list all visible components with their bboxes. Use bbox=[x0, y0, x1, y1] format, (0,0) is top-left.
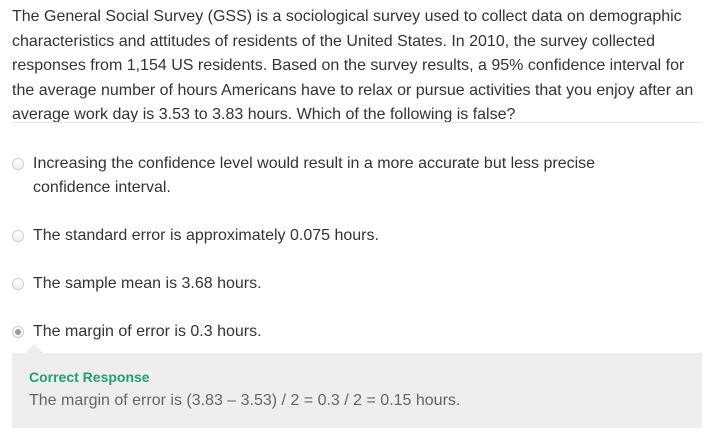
radio-button-4-selected[interactable] bbox=[12, 326, 24, 338]
answer-option-3[interactable]: The sample mean is 3.68 hours. bbox=[12, 272, 702, 296]
answer-option-4-label: The margin of error is 0.3 hours. bbox=[33, 323, 262, 340]
feedback-panel: Correct Response The margin of error is … bbox=[12, 344, 702, 428]
question-text: The General Social Survey (GSS) is a soc… bbox=[12, 8, 694, 123]
answer-option-1-label: Increasing the confidence level would re… bbox=[33, 155, 596, 196]
feedback-pointer bbox=[25, 344, 43, 353]
feedback-title: Correct Response bbox=[29, 369, 150, 385]
answer-option-4[interactable]: The margin of error is 0.3 hours. bbox=[12, 320, 702, 344]
answer-option-2[interactable]: The standard error is approximately 0.07… bbox=[12, 224, 702, 248]
answer-option-2-label: The standard error is approximately 0.07… bbox=[33, 227, 379, 244]
radio-button-3[interactable] bbox=[12, 278, 24, 290]
radio-button-1[interactable] bbox=[12, 158, 24, 170]
radio-button-2[interactable] bbox=[12, 230, 24, 242]
answer-option-3-label: The sample mean is 3.68 hours. bbox=[33, 275, 262, 292]
divider bbox=[12, 122, 702, 123]
feedback-explanation: The margin of error is (3.83 – 3.53) / 2… bbox=[29, 392, 461, 409]
answer-option-1[interactable]: Increasing the confidence level would re… bbox=[12, 152, 702, 199]
